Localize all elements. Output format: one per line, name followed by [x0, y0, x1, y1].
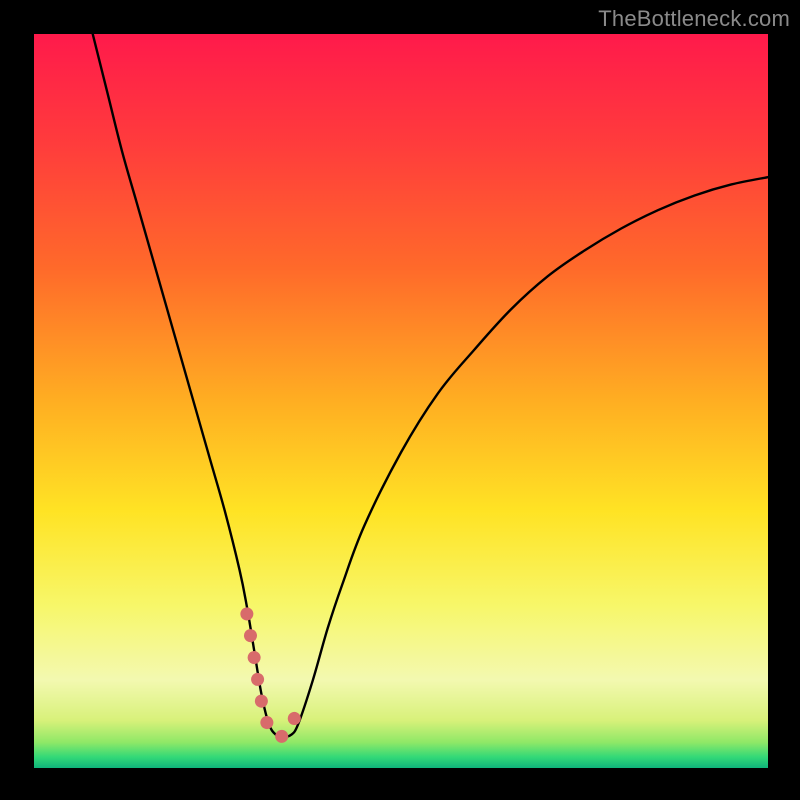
chart-svg	[34, 34, 768, 768]
chart-frame: TheBottleneck.com	[0, 0, 800, 800]
plot-area	[34, 34, 768, 768]
background-gradient	[34, 34, 768, 768]
watermark-text: TheBottleneck.com	[598, 6, 790, 32]
